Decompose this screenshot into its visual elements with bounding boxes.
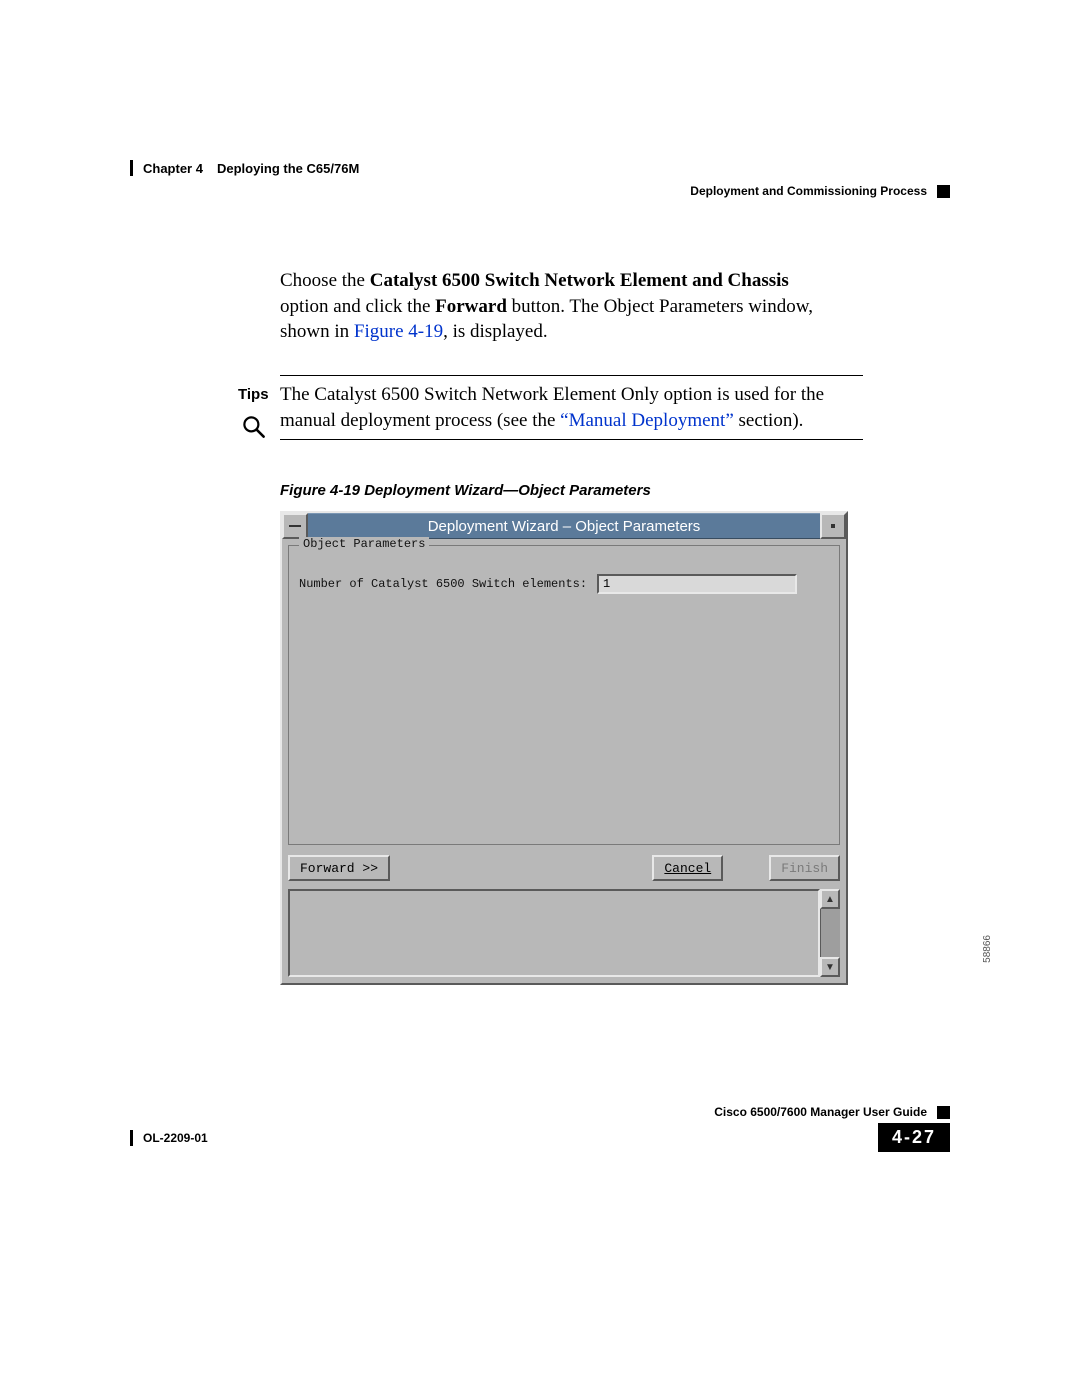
log-textarea[interactable] xyxy=(288,889,820,977)
header-bar xyxy=(130,160,133,176)
header-square xyxy=(937,185,950,198)
image-id: 58866 xyxy=(982,935,993,963)
body-text-frag: option and click the xyxy=(280,296,435,317)
chapter-title: Deploying the C65/76M xyxy=(217,161,359,176)
figure-caption: Figure 4-19 Deployment Wizard—Object Par… xyxy=(280,482,950,499)
tips-rule xyxy=(280,375,863,376)
body-bold: Catalyst 6500 Switch Network Element and… xyxy=(370,270,789,291)
window-menu-button[interactable] xyxy=(282,513,308,539)
tips-block: Tips The Catalyst 6500 Switch Network El… xyxy=(238,375,863,440)
section-title: Deployment and Commissioning Process xyxy=(690,184,927,198)
scrollbar[interactable]: ▲ ▼ xyxy=(820,889,840,977)
footer-square xyxy=(937,1106,950,1119)
wizard-window: Deployment Wizard – Object Parameters Ob… xyxy=(280,511,848,985)
body-bold: Forward xyxy=(435,296,507,317)
window-title: Deployment Wizard – Object Parameters xyxy=(308,513,820,539)
window-maximize-button[interactable] xyxy=(820,513,846,539)
forward-button[interactable]: Forward >> xyxy=(288,855,390,881)
wizard-body: Object Parameters Number of Catalyst 650… xyxy=(282,539,846,983)
field-row: Number of Catalyst 6500 Switch elements:… xyxy=(299,574,829,594)
doc-id: OL-2209-01 xyxy=(143,1131,208,1145)
figure-ref-link[interactable]: Figure 4-19 xyxy=(354,321,443,342)
chapter-header: Chapter 4 Deploying the C65/76M xyxy=(130,160,950,176)
footer-bar xyxy=(130,1130,133,1146)
tips-frag: section). xyxy=(734,410,804,431)
finish-button: Finish xyxy=(769,855,840,881)
tips-icon xyxy=(240,413,268,441)
tips-rule xyxy=(280,439,863,440)
num-elements-label: Number of Catalyst 6500 Switch elements: xyxy=(299,577,587,591)
titlebar: Deployment Wizard – Object Parameters xyxy=(282,513,846,539)
tips-text: The Catalyst 6500 Switch Network Element… xyxy=(280,382,863,433)
scroll-up-button[interactable]: ▲ xyxy=(820,889,840,909)
group-label: Object Parameters xyxy=(299,537,429,551)
body-text-frag: , is displayed. xyxy=(443,321,548,342)
object-parameters-group: Object Parameters Number of Catalyst 650… xyxy=(288,545,840,845)
page-number: 4-27 xyxy=(878,1123,950,1152)
guide-title: Cisco 6500/7600 Manager User Guide xyxy=(714,1105,927,1119)
log-area: ▲ ▼ xyxy=(288,889,840,977)
button-row: Forward >> Cancel Finish xyxy=(288,855,840,881)
body-paragraph: Choose the Catalyst 6500 Switch Network … xyxy=(280,268,840,345)
num-elements-input[interactable]: 1 xyxy=(597,574,797,594)
section-header: Deployment and Commissioning Process xyxy=(130,184,950,198)
manual-deployment-link[interactable]: “Manual Deployment” xyxy=(560,410,734,431)
chapter-label: Chapter 4 xyxy=(143,161,203,176)
body-text-frag: Choose the xyxy=(280,270,370,291)
scroll-track[interactable] xyxy=(820,909,840,957)
page-footer: Cisco 6500/7600 Manager User Guide OL-22… xyxy=(130,1105,950,1152)
scroll-down-button[interactable]: ▼ xyxy=(820,957,840,977)
cancel-button[interactable]: Cancel xyxy=(652,855,723,881)
